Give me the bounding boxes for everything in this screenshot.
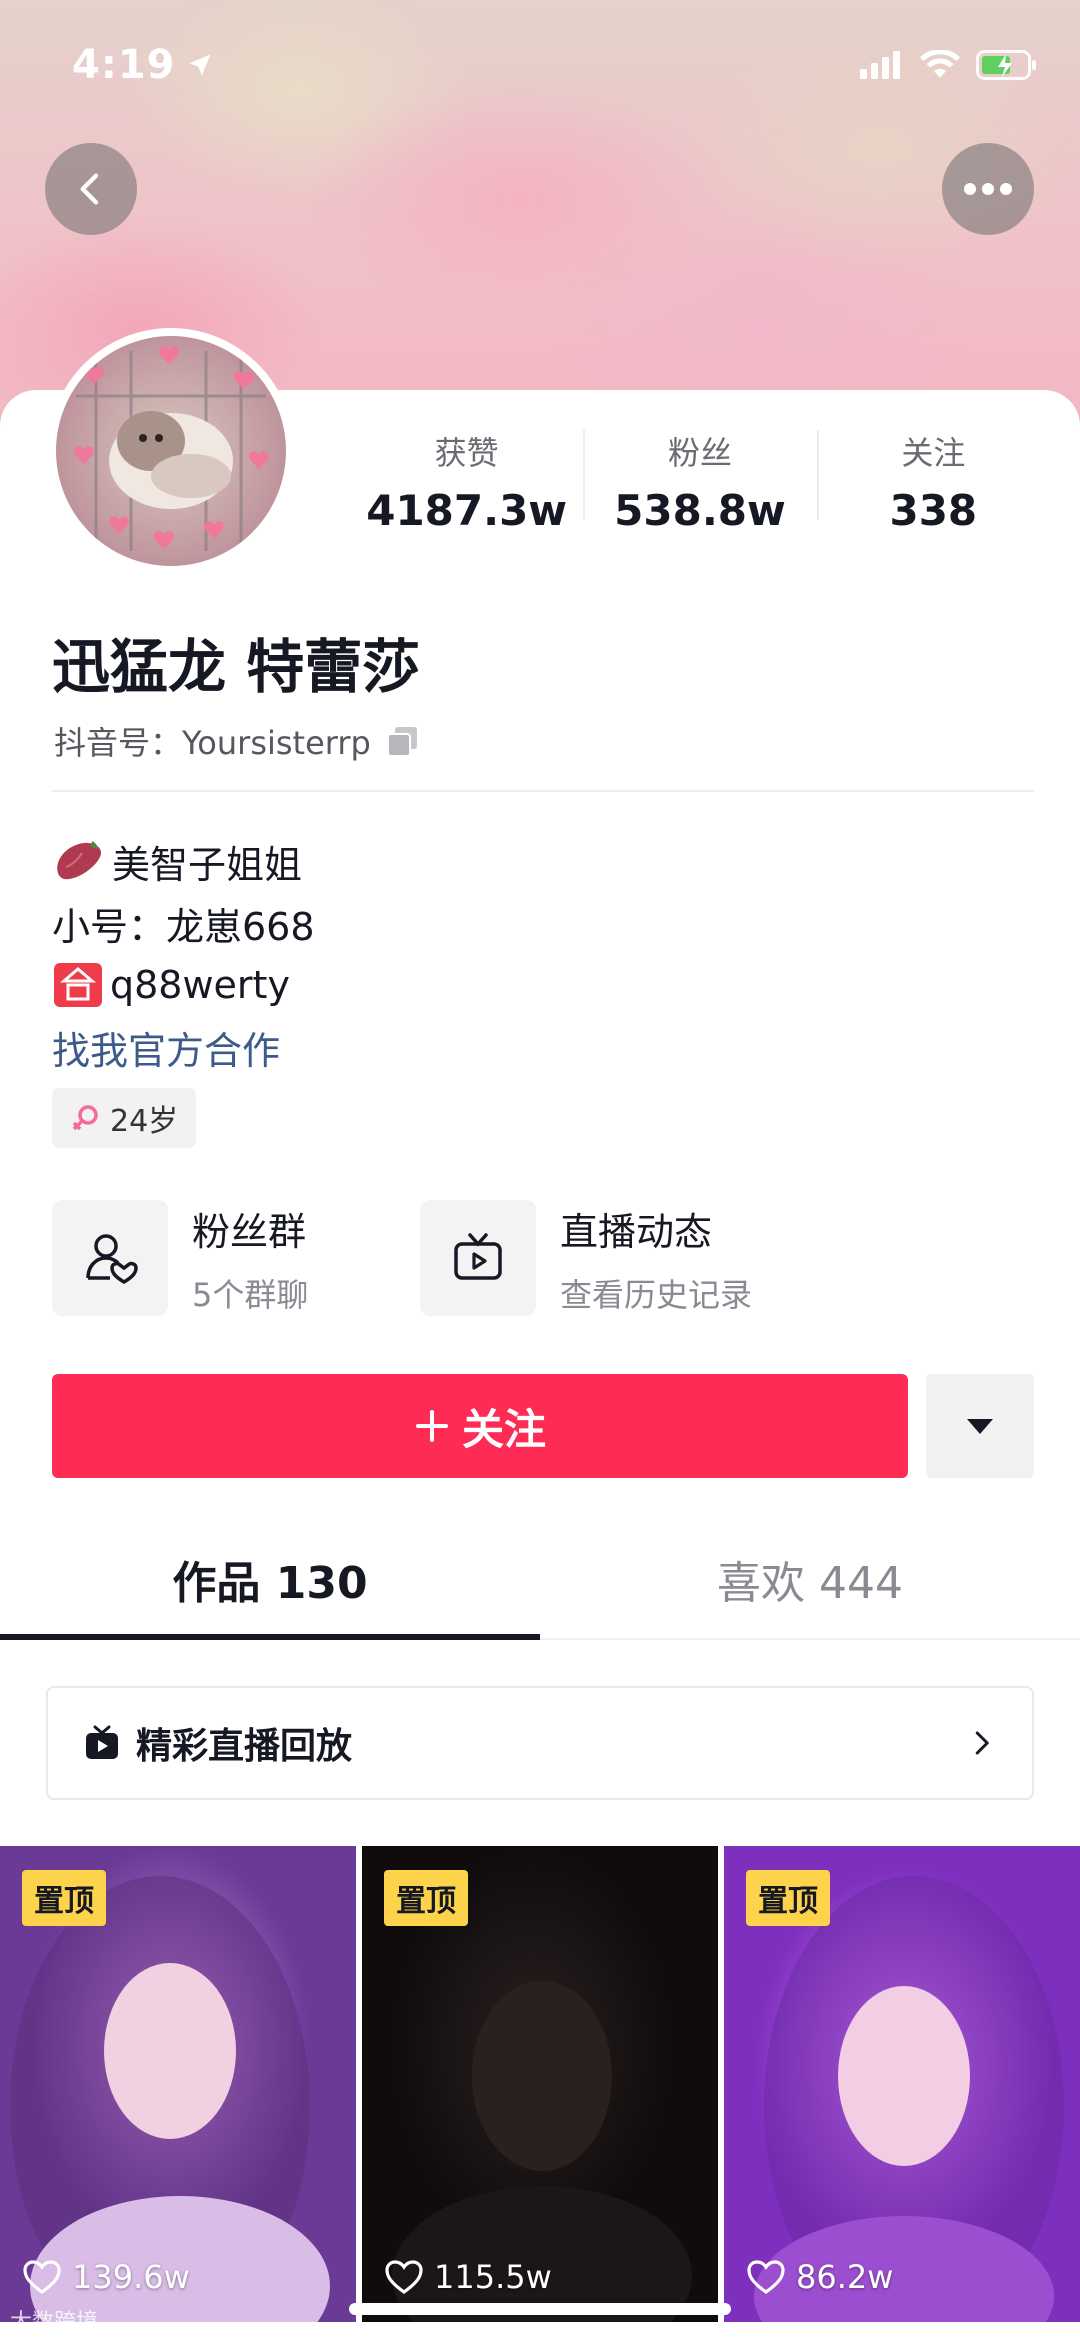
plus-icon	[415, 1410, 448, 1442]
stat-value: 338	[889, 486, 978, 535]
video-likes: 139.6w	[22, 2258, 190, 2296]
live-replay-label: 精彩直播回放	[136, 1726, 353, 1767]
divider	[52, 790, 1034, 792]
stat-value: 4187.3w	[366, 486, 568, 535]
fan-group-icon	[52, 1200, 168, 1316]
avatar-cat-picture	[56, 336, 286, 566]
official-cooperation-link[interactable]: 找我官方合作	[52, 1016, 1032, 1078]
profile-page: 4:19 获赞 4187.3w 粉丝 538.8w 关注 338 迅猛龙 特蕾莎…	[0, 0, 1080, 2339]
heart-outline-icon	[747, 2260, 785, 2294]
tv-icon	[420, 1200, 536, 1316]
sweet-potato-icon	[57, 841, 102, 880]
avatar[interactable]	[48, 328, 294, 574]
tab-works[interactable]: 作品 130	[0, 1520, 540, 1640]
female-icon	[72, 1105, 98, 1131]
age-text: 24岁	[110, 1104, 179, 1139]
status-bar: 4:19	[0, 0, 1080, 130]
follow-button[interactable]: 关注	[52, 1374, 908, 1478]
douyin-id-row: 抖音号：Yoursisterrp	[54, 718, 421, 764]
recommend-dropdown-button[interactable]	[926, 1374, 1034, 1478]
live-tv-icon	[86, 1725, 118, 1759]
more-dots-icon	[964, 183, 1012, 195]
entry-subtitle: 5个群聊	[192, 1275, 309, 1314]
profile-stats: 获赞 4187.3w 粉丝 538.8w 关注 338	[350, 420, 1050, 535]
status-icons	[860, 50, 1038, 80]
watermark: 大数跨境	[10, 2310, 99, 2335]
stat-likes[interactable]: 获赞 4187.3w	[350, 420, 583, 535]
stat-followers[interactable]: 粉丝 538.8w	[583, 420, 816, 535]
entry-title: 粉丝群	[192, 1209, 307, 1254]
chevron-right-icon	[975, 1731, 989, 1755]
follow-row: 关注	[52, 1374, 1034, 1478]
avatar-image	[56, 336, 286, 566]
signal-icon	[860, 51, 900, 79]
video-likes: 115.5w	[384, 2258, 552, 2296]
video-thumbnail[interactable]: 置顶 115.5w	[362, 1846, 718, 2322]
cooperation-badge-icon	[54, 963, 102, 1007]
video-likes-count: 115.5w	[434, 2258, 552, 2296]
stat-label: 获赞	[434, 434, 499, 472]
heart-outline-icon	[385, 2260, 423, 2294]
profile-bio: 美智子姐姐 小号：龙崽668 q88werty 找我官方合作 24岁	[52, 830, 1032, 1148]
tab-likes[interactable]: 喜欢 444	[540, 1520, 1080, 1638]
fan-group-entry[interactable]: 粉丝群 5个群聊	[52, 1200, 420, 1316]
back-button[interactable]	[45, 143, 137, 235]
stat-following[interactable]: 关注 338	[816, 420, 1050, 535]
chevron-left-icon	[80, 173, 99, 205]
battery-charging-icon	[976, 50, 1036, 80]
bio-text: 美智子姐姐	[112, 842, 303, 887]
home-indicator[interactable]	[349, 2303, 731, 2315]
age-tag: 24岁	[52, 1088, 197, 1148]
profile-entries: 粉丝群 5个群聊 直播动态 查看历史记录	[52, 1200, 1032, 1316]
stat-value: 538.8w	[614, 486, 786, 535]
video-likes-count: 86.2w	[796, 2258, 894, 2296]
bio-line: 小号：龙崽668	[52, 904, 315, 949]
caret-down-icon	[967, 1419, 993, 1434]
pinned-badge: 置顶	[746, 1870, 830, 1926]
live-replay-entry[interactable]: 精彩直播回放	[46, 1686, 1034, 1800]
profile-nickname: 迅猛龙 特蕾莎	[52, 633, 421, 701]
stat-label: 粉丝	[667, 434, 732, 472]
heart-outline-icon	[23, 2260, 61, 2294]
bio-line: 美智子姐姐	[52, 830, 1032, 892]
time-text: 4:19	[72, 42, 176, 88]
video-grid: 置顶 139.6w 置顶 115.5w 置顶 86.2w	[0, 1846, 1080, 2322]
location-arrow-icon	[189, 54, 210, 76]
pinned-badge: 置顶	[22, 1870, 106, 1926]
follow-label: 关注	[461, 1404, 546, 1454]
more-button[interactable]	[942, 143, 1034, 235]
douyin-id-text: 抖音号：Yoursisterrp	[54, 724, 371, 762]
stat-label: 关注	[901, 434, 966, 472]
video-likes: 86.2w	[746, 2258, 893, 2296]
bio-text: q88werty	[110, 963, 290, 1007]
bio-line: q88werty	[52, 954, 1032, 1016]
copy-icon[interactable]	[385, 723, 421, 759]
video-thumbnail[interactable]: 置顶 86.2w	[724, 1846, 1080, 2322]
entry-subtitle: 查看历史记录	[560, 1275, 753, 1314]
video-likes-count: 139.6w	[72, 2258, 190, 2296]
profile-tabs: 作品 130 喜欢 444	[0, 1520, 1080, 1640]
live-activity-entry[interactable]: 直播动态 查看历史记录	[420, 1200, 788, 1316]
pinned-badge: 置顶	[384, 1870, 468, 1926]
wifi-icon	[920, 50, 960, 78]
entry-title: 直播动态	[560, 1209, 713, 1254]
status-time: 4:19	[72, 42, 214, 88]
video-thumbnail[interactable]: 置顶 139.6w	[0, 1846, 356, 2322]
